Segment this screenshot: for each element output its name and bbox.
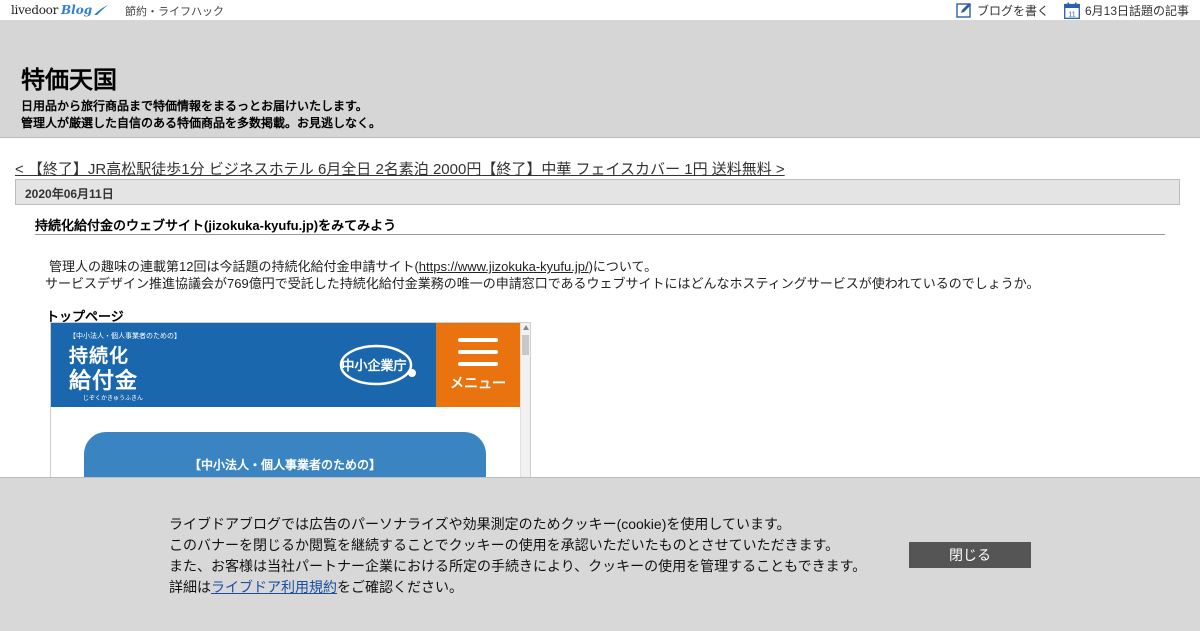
cookie-line3: また、お客様は当社パートナー企業における所定の手続きにより、クッキーの使用を管理… bbox=[169, 558, 867, 574]
prev-article-link[interactable]: < 【終了】JR高松駅徒歩1分 ビジネスホテル 6月全日 2名素泊 2000円 bbox=[15, 161, 481, 178]
next-article-link[interactable]: 【終了】中華 フェイスカバー 1円 送料無料 > bbox=[481, 161, 784, 178]
logo-livedoor-text: livedoor bbox=[11, 3, 59, 17]
cookie-line4-after: をご確認ください。 bbox=[337, 579, 463, 595]
terms-link[interactable]: ライブドア利用規約 bbox=[211, 579, 337, 595]
screenshot-menu-label: メニュー bbox=[450, 375, 506, 391]
screenshot-hero-text: 【中小法人・個人事業者のための】 bbox=[188, 458, 381, 472]
cookie-banner: ライブドアブログでは広告のパーソナライズや効果測定のためクッキー(cookie)… bbox=[0, 477, 1200, 631]
site-description-line2: 管理人が厳選した自信のある特価商品を多数掲載。お見逃しなく。 bbox=[21, 116, 382, 130]
topics-label: 6月13日話題の記事 bbox=[1085, 3, 1190, 18]
cookie-message: ライブドアブログでは広告のパーソナライズや効果測定のためクッキー(cookie)… bbox=[169, 514, 866, 598]
cookie-line2: このバナーを閉じるか閲覧を継続することでクッキーの使用を承認いただいたものとさせ… bbox=[169, 537, 840, 553]
cookie-line4-before: 詳細は bbox=[169, 579, 211, 595]
livedoor-blog-logo[interactable]: livedoor Blog bbox=[11, 1, 109, 19]
article-pager: < 【終了】JR高松駅徒歩1分 ビジネスホテル 6月全日 2名素泊 2000円【… bbox=[15, 158, 785, 179]
site-description-line1: 日用品から旅行商品まで特価情報をまるっとお届けいたします。 bbox=[21, 99, 368, 113]
toppage-screenshot-image: 【中小法人・個人事業者のための】 持続化 給付金 じぞくかきゅうふきん 中小企業… bbox=[50, 322, 531, 484]
screenshot-site-header: 【中小法人・個人事業者のための】 持続化 給付金 じぞくかきゅうふきん 中小企業… bbox=[51, 323, 520, 407]
sme-agency-logo-icon: 中小企業庁 bbox=[339, 344, 416, 386]
site-title[interactable]: 特価天国 bbox=[21, 60, 117, 95]
screenshot-menu-button: メニュー bbox=[436, 323, 520, 407]
blog-category-link[interactable]: 節約・ライフハック bbox=[125, 3, 224, 19]
write-blog-link[interactable]: ブログを書く bbox=[956, 0, 1049, 20]
topics-link[interactable]: 11 6月13日話題の記事 bbox=[1064, 0, 1189, 20]
write-blog-icon bbox=[956, 3, 971, 18]
screenshot-scrollbar bbox=[520, 323, 530, 483]
body-text-before: 管理人の趣味の連載第12回は今話題の持続化給付金申請サイト( bbox=[49, 259, 419, 274]
cookie-line1: ライブドアブログでは広告のパーソナライズや効果測定のためクッキー(cookie)… bbox=[169, 516, 791, 532]
screenshot-small-label: 【中小法人・個人事業者のための】 bbox=[69, 333, 181, 340]
logo-blog-text: Blog bbox=[61, 3, 93, 17]
global-top-bar: livedoor Blog 節約・ライフハック ブログを書く 11 6月13日話… bbox=[0, 0, 1200, 20]
cookie-line4: 詳細はライブドア利用規約をご確認ください。 bbox=[169, 577, 866, 598]
screenshot-logo-line2: 給付金 bbox=[69, 368, 139, 393]
logo-swoosh-icon bbox=[94, 5, 109, 15]
article-body-line2: サービスデザイン推進協議会が769億円で受託した持続化給付金業務の唯一の申請窓口… bbox=[45, 276, 1040, 291]
calendar-icon: 11 bbox=[1064, 2, 1080, 19]
write-blog-label: ブログを書く bbox=[977, 3, 1050, 18]
screenshot-logo-kana: じぞくかきゅうふきん bbox=[83, 396, 144, 402]
article-date: 2020年06月11日 bbox=[25, 187, 114, 201]
blog-header: 特価天国 日用品から旅行商品まで特価情報をまるっとお届けいたします。 管理人が厳… bbox=[0, 20, 1200, 138]
agency-name: 中小企業庁 bbox=[341, 358, 406, 374]
cookie-close-button[interactable]: 閉じる bbox=[909, 542, 1031, 568]
jizokuka-site-link[interactable]: https://www.jizokuka-kyufu.jp/ bbox=[419, 259, 589, 274]
body-text-after: )について。 bbox=[588, 259, 658, 274]
calendar-day: 11 bbox=[1068, 11, 1075, 18]
article-title[interactable]: 持続化給付金のウェブサイト(jizokuka-kyufu.jp)をみてみよう bbox=[35, 215, 1165, 235]
date-bar: 2020年06月11日 bbox=[15, 179, 1180, 205]
